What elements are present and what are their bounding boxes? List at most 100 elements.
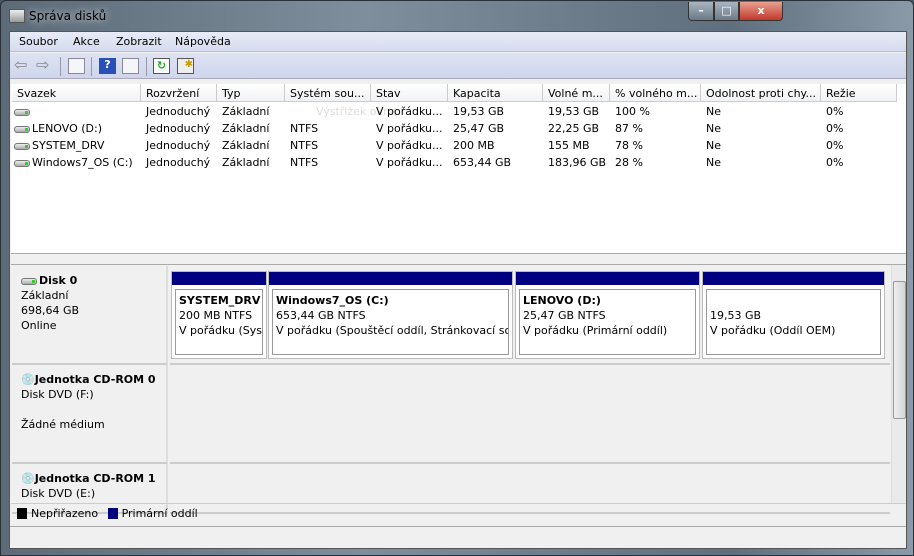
cell-text: V pořádku... [376,156,443,169]
close-button[interactable]: x [739,2,783,21]
partition-type-bar [703,272,884,285]
cdrom-icon: 💿 [21,472,35,485]
table-cell: 155 MB [543,137,610,154]
partition-size: 653,44 GB NTFS [276,309,366,322]
cdrom-0-label[interactable]: 💿Jednotka CD-ROM 0 Disk DVD (F:) Žádné m… [12,365,168,464]
partition-name [710,293,880,308]
table-cell [285,103,371,120]
column-header[interactable]: Kapacita [448,84,543,102]
column-header[interactable]: Rozvržení [141,84,217,102]
cell-text: Základní [222,156,270,169]
partition-status: V pořádku (Spouštěcí oddíl, Stránkovací … [276,324,509,337]
disk-0-label[interactable]: Disk 0 Základní 698,64 GB Online [12,266,168,365]
table-cell: Jednoduchý [141,154,217,171]
forward-icon[interactable]: ⇨ [36,57,53,74]
table-cell: 0% [821,154,897,171]
cell-text: V pořádku... [376,105,443,118]
table-cell: V pořádku... [371,137,448,154]
menu-zobrazit[interactable]: Zobrazit [116,35,162,48]
partition-size: 19,53 GB [710,309,762,322]
cell-text: 25,47 GB [453,122,505,135]
partition[interactable]: 19,53 GB V pořádku (Oddíl OEM) [702,271,885,359]
scrollbar-thumb[interactable] [893,281,906,419]
volume-name[interactable]: Windows7_OS (C:) [12,154,141,171]
column-header[interactable]: Systém sou... [285,84,371,102]
volume-name[interactable] [12,103,141,120]
cell-text: 0% [826,139,844,152]
table-cell: 183,96 GB [543,154,610,171]
table-cell: 19,53 GB [543,103,610,120]
cell-text: 653,44 GB [453,156,512,169]
table-cell: V pořádku... [371,103,448,120]
column-header[interactable]: % volného m... [610,84,701,102]
menu-napoveda[interactable]: Nápověda [175,35,231,48]
partition[interactable]: Windows7_OS (C:) 653,44 GB NTFS V pořádku … [268,271,513,359]
partition[interactable]: SYSTEM_DRV 200 MB NTFS V pořádku (Syst [171,271,267,359]
cell-text: Jednoduchý [146,156,211,169]
table-cell: Ne [701,103,821,120]
help-icon[interactable]: ? [99,58,116,74]
menu-soubor[interactable]: Soubor [19,35,58,48]
cell-text: 0% [826,122,844,135]
action-pane-icon[interactable] [122,58,139,74]
menu-bar: Soubor Akce Zobrazit Nápověda [10,32,906,52]
maximize-button[interactable]: □ [714,2,739,21]
vertical-scrollbar[interactable] [891,265,906,503]
partition-name: Windows7_OS (C:) [276,294,389,307]
column-header[interactable]: Svazek [12,84,141,102]
column-header[interactable]: Stav [371,84,448,102]
table-cell: Základní [217,120,285,137]
disk-management-icon [9,9,25,23]
cell-text: 78 % [615,139,643,152]
cell-text: 22,25 GB [548,122,600,135]
column-header[interactable]: Typ [217,84,285,102]
table-cell: Základní [217,154,285,171]
partition-info: Windows7_OS (C:) 653,44 GB NTFS V pořádku … [272,289,509,355]
disk-icon [21,277,37,285]
cell-text: 0% [826,105,844,118]
window: Správa disků – □ x Soubor Akce Zobrazit … [0,0,914,556]
partition-type-bar [172,272,266,285]
table-cell: Základní [217,137,285,154]
partition[interactable]: LENOVO (D:) 25,47 GB NTFS V pořádku (Primá… [515,271,700,359]
cell-text: LENOVO (D:) [32,122,103,135]
cell-text: Jednoduchý [146,139,211,152]
column-header[interactable]: Volné m... [543,84,610,102]
column-header[interactable]: Odolnost proti chy... [701,84,821,102]
cell-text: Jednoduchý [146,105,211,118]
console-tree-icon[interactable] [68,58,85,74]
refresh-icon[interactable]: ↻ [153,58,170,74]
table-cell: Jednoduchý [141,103,217,120]
cell-text: Základní [222,122,270,135]
table-cell: V pořádku... [371,120,448,137]
table-cell: Ne [701,137,821,154]
table-cell: Základní [217,103,285,120]
cell-text: 0% [826,156,844,169]
cell-text: 183,96 GB [548,156,607,169]
minimize-button[interactable]: – [688,2,714,21]
cell-text: Jednoduchý [146,122,211,135]
partition-info: SYSTEM_DRV 200 MB NTFS V pořádku (Syst [175,289,263,355]
volume-name[interactable]: SYSTEM_DRV [12,137,141,154]
cell-text: Ne [706,122,721,135]
cell-text: SYSTEM_DRV [32,139,105,152]
cell-text: 87 % [615,122,643,135]
table-cell: Jednoduchý [141,120,217,137]
table-cell: 19,53 GB [448,103,543,120]
table-cell: NTFS [285,137,371,154]
column-header[interactable]: Režie [821,84,897,102]
partition-status: V pořádku (Syst [179,324,263,337]
partition-size: 25,47 GB NTFS [523,309,606,322]
back-icon[interactable]: ⇦ [14,57,31,74]
menu-akce[interactable]: Akce [73,35,100,48]
properties-icon[interactable]: ✱ [177,58,194,74]
volume-name[interactable]: LENOVO (D:) [12,120,141,137]
cdrom-0-area [170,365,890,464]
cell-text: V pořádku... [376,122,443,135]
cell-text: 19,53 GB [453,105,505,118]
cell-text: NTFS [290,122,319,135]
table-cell: 87 % [610,120,701,137]
cell-text: 19,53 GB [548,105,600,118]
disk-graphical-view: Disk 0 Základní 698,64 GB Online SYSTEM_DR… [11,264,906,514]
volume-icon [14,125,30,133]
